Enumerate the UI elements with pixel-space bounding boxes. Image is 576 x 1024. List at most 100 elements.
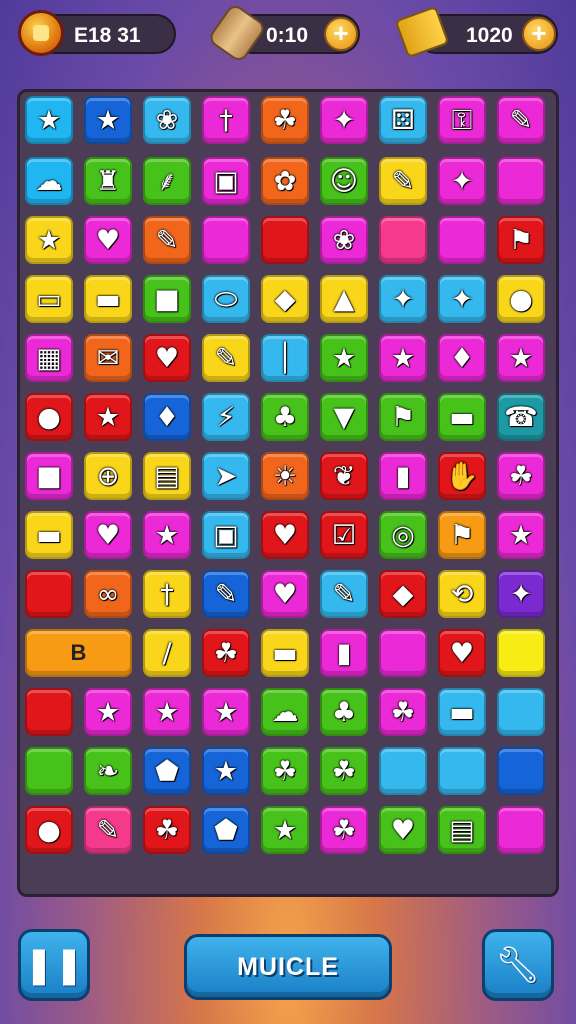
board-tile[interactable]: ♣ <box>320 688 368 736</box>
board-tile[interactable]: ★ <box>497 511 545 559</box>
board-tile[interactable]: ✎ <box>202 570 250 618</box>
board-tile[interactable]: † <box>143 570 191 618</box>
board-tile[interactable]: ❀ <box>320 216 368 264</box>
board-tile[interactable]: ✦ <box>438 157 486 205</box>
board-tile[interactable]: ☺ <box>320 157 368 205</box>
board-tile[interactable]: ✉ <box>84 334 132 382</box>
board-tile[interactable]: ▦ <box>25 334 73 382</box>
board-tile[interactable]: ▬ <box>261 629 309 677</box>
board-tile[interactable]: ❀ <box>143 96 191 144</box>
board-tile[interactable]: ☘ <box>379 688 427 736</box>
board-tile[interactable]: ▮ <box>379 452 427 500</box>
board-tile[interactable]: ⬟ <box>202 806 250 854</box>
board-tile[interactable]: ◆ <box>261 275 309 323</box>
board-tile[interactable]: ⟲ <box>438 570 486 618</box>
board-tile[interactable]: ★ <box>202 688 250 736</box>
board-tile[interactable] <box>438 216 486 264</box>
board-tile[interactable]: ◎ <box>379 511 427 559</box>
board-tile[interactable]: │ <box>261 334 309 382</box>
board-tile[interactable]: ☘ <box>143 806 191 854</box>
board-tile[interactable]: ◆ <box>379 570 427 618</box>
board-tile[interactable]: ✎ <box>202 334 250 382</box>
board-tile[interactable]: ▬ <box>438 688 486 736</box>
board-tile[interactable]: ∕ <box>143 629 191 677</box>
board-tile[interactable]: ♥ <box>379 806 427 854</box>
board-tile[interactable]: ▬ <box>25 511 73 559</box>
board-tile[interactable]: ⬭ <box>202 275 250 323</box>
board-tile[interactable]: ☘ <box>261 96 309 144</box>
board-tile[interactable]: ★ <box>84 688 132 736</box>
board-tile[interactable] <box>25 688 73 736</box>
board-tile[interactable]: ☁ <box>261 688 309 736</box>
board-tile[interactable]: ✿ <box>261 157 309 205</box>
board-tile[interactable]: ▤ <box>438 806 486 854</box>
board-tile[interactable]: ☘ <box>261 747 309 795</box>
board-tile[interactable]: ✎ <box>320 570 368 618</box>
board-tile[interactable]: ● <box>497 275 545 323</box>
board-tile[interactable]: ❧ <box>84 747 132 795</box>
board-tile[interactable]: ⚿ <box>438 96 486 144</box>
board-tile[interactable]: ★ <box>143 511 191 559</box>
board-tile[interactable]: ★ <box>25 96 73 144</box>
board-label-tile[interactable]: B <box>25 629 132 677</box>
board-tile[interactable]: ⚄ <box>379 96 427 144</box>
board-tile[interactable]: ☑ <box>320 511 368 559</box>
board-tile[interactable]: ✦ <box>438 275 486 323</box>
board-tile[interactable]: ★ <box>379 334 427 382</box>
pause-button[interactable]: ❚❚ <box>18 929 90 1001</box>
board-tile[interactable]: ● <box>25 806 73 854</box>
board-tile[interactable]: ⬟ <box>143 747 191 795</box>
board-tile[interactable]: ☘ <box>497 452 545 500</box>
board-tile[interactable] <box>25 570 73 618</box>
board-tile[interactable]: ⊕ <box>84 452 132 500</box>
board-tile[interactable]: ▲ <box>320 275 368 323</box>
board-tile[interactable] <box>438 747 486 795</box>
board-tile[interactable]: ▼ <box>320 393 368 441</box>
board-tile[interactable]: ♥ <box>261 570 309 618</box>
board-tile[interactable]: ★ <box>320 334 368 382</box>
board-tile[interactable]: ∞ <box>84 570 132 618</box>
board-tile[interactable]: ✎ <box>497 96 545 144</box>
board-tile[interactable]: ⚑ <box>497 216 545 264</box>
board-tile[interactable]: ⚑ <box>379 393 427 441</box>
board-tile[interactable]: ♦ <box>143 393 191 441</box>
board-tile[interactable]: ★ <box>202 747 250 795</box>
board-tile[interactable]: ★ <box>84 393 132 441</box>
board-tile[interactable]: ♥ <box>438 629 486 677</box>
board-tile[interactable] <box>202 216 250 264</box>
board-tile[interactable] <box>379 747 427 795</box>
board-tile[interactable] <box>497 688 545 736</box>
board-tile[interactable]: ■ <box>25 452 73 500</box>
board-tile[interactable] <box>379 216 427 264</box>
board-tile[interactable]: ♥ <box>84 511 132 559</box>
board-tile[interactable]: ☎ <box>497 393 545 441</box>
board-tile[interactable]: ♥ <box>84 216 132 264</box>
board-tile[interactable]: ✎ <box>143 216 191 264</box>
board-tile[interactable] <box>497 629 545 677</box>
board-tile[interactable]: ★ <box>143 688 191 736</box>
board-tile[interactable]: ☘ <box>320 806 368 854</box>
board-tile[interactable]: ⸙ <box>143 157 191 205</box>
board-tile[interactable]: ▣ <box>202 157 250 205</box>
board-tile[interactable] <box>25 747 73 795</box>
board-tile[interactable]: ⚡ <box>202 393 250 441</box>
board-tile[interactable]: ✦ <box>497 570 545 618</box>
board-tile[interactable]: ✦ <box>320 96 368 144</box>
board-tile[interactable]: ☀ <box>261 452 309 500</box>
board-tile[interactable]: ⚑ <box>438 511 486 559</box>
board-tile[interactable]: ➤ <box>202 452 250 500</box>
board-tile[interactable]: ● <box>25 393 73 441</box>
board-tile[interactable]: ★ <box>25 216 73 264</box>
board-tile[interactable]: ♥ <box>261 511 309 559</box>
board-tile[interactable]: ✦ <box>379 275 427 323</box>
board-tile[interactable] <box>497 806 545 854</box>
board-tile[interactable]: ▬ <box>438 393 486 441</box>
board-tile[interactable]: ★ <box>261 806 309 854</box>
board-tile[interactable]: ❦ <box>320 452 368 500</box>
board-tile[interactable]: ♦ <box>438 334 486 382</box>
board-tile[interactable]: ♜ <box>84 157 132 205</box>
board-tile[interactable]: ★ <box>497 334 545 382</box>
board-tile[interactable]: † <box>202 96 250 144</box>
board-tile[interactable]: ▤ <box>143 452 191 500</box>
main-action-button[interactable]: MUICLE <box>184 934 392 1000</box>
